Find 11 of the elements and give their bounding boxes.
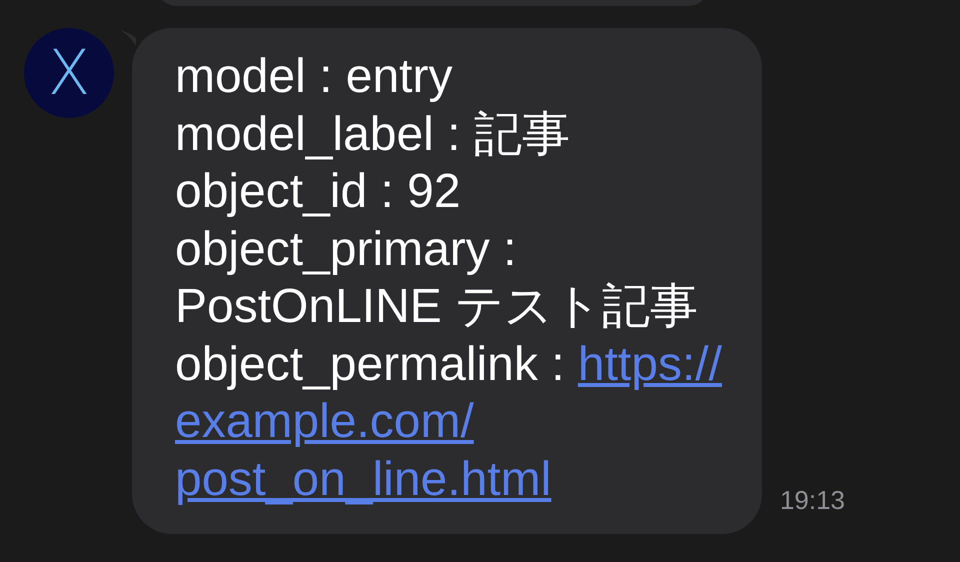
link[interactable]: example.com/	[175, 395, 474, 448]
message-text: model : entry	[175, 50, 452, 103]
avatar[interactable]: X	[24, 28, 114, 118]
message-text: PostOnLINE テスト記事	[175, 280, 698, 333]
message-text: object_permalink :	[175, 338, 565, 390]
link[interactable]: post_on_line.html	[175, 452, 552, 506]
link[interactable]: https://	[578, 338, 722, 390]
message-text: object_id : 92	[175, 165, 461, 218]
message-text: model_label : 記事	[175, 108, 570, 160]
message-time: 19:13	[780, 484, 846, 517]
message-text: object_primary :	[175, 222, 516, 276]
